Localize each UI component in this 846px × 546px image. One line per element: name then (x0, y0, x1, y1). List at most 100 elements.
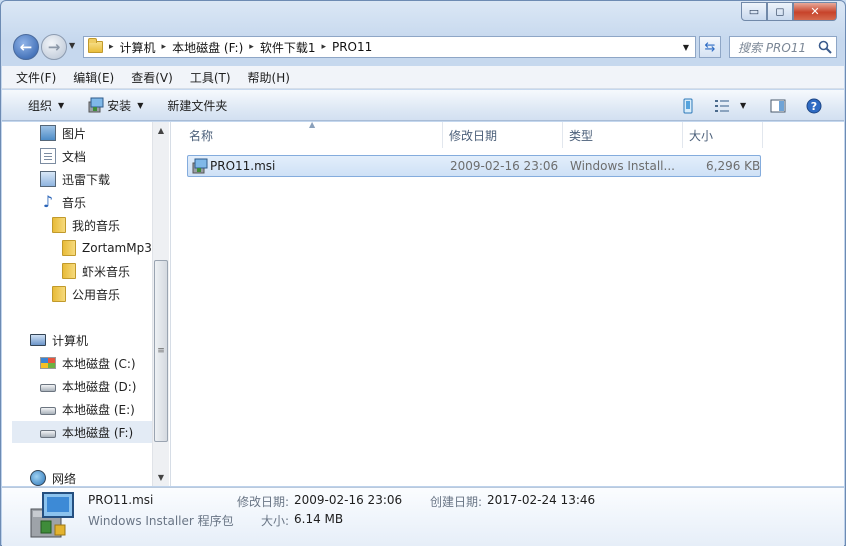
tree-item-label: 虾米音乐 (82, 264, 131, 279)
close-button[interactable]: ✕ (793, 2, 837, 21)
chevron-down-icon: ▼ (137, 100, 144, 110)
breadcrumb-separator[interactable]: ▸ (249, 42, 254, 52)
details-modified-label: 修改日期: (237, 495, 290, 509)
back-button[interactable]: ← (13, 34, 39, 60)
installer-file-icon (192, 158, 208, 174)
help-button[interactable]: ? (806, 90, 822, 121)
svg-text:?: ? (811, 100, 817, 113)
menu-tools[interactable]: 工具(T) (190, 69, 231, 86)
tree-item-documents[interactable]: 文档 (40, 145, 86, 167)
view-details-icon (715, 99, 729, 112)
details-file-type: Windows Installer 程序包 (88, 514, 234, 528)
tree-item-public-music[interactable]: 公用音乐 (52, 283, 120, 305)
device-icon (683, 98, 693, 113)
scroll-up-icon[interactable]: ▲ (153, 122, 169, 139)
breadcrumb-software-download[interactable]: 软件下载1 (260, 39, 316, 56)
computer-icon (30, 334, 46, 346)
windows-drive-icon (40, 357, 56, 369)
tree-item-drive-d[interactable]: 本地磁盘 (D:) (40, 375, 136, 397)
file-type: Windows Install... (570, 159, 675, 173)
scrollbar-thumb[interactable]: ≡ (154, 260, 168, 442)
details-size-value: 6.14 MB (294, 512, 344, 526)
menu-help[interactable]: 帮助(H) (248, 69, 290, 86)
tree-item-zortammp3[interactable]: ZortamMp3 (62, 237, 152, 259)
folder-icon (52, 217, 66, 233)
refresh-icon: ⇆ (704, 39, 716, 55)
breadcrumb-separator[interactable]: ▸ (162, 42, 167, 52)
tree-item-xiami-music[interactable]: 虾米音乐 (62, 260, 130, 282)
tree-item-label: 本地磁盘 (C:) (62, 356, 136, 371)
breadcrumb-drive-f[interactable]: 本地磁盘 (F:) (172, 39, 243, 56)
details-file-name: PRO11.msi (88, 493, 154, 507)
maximize-button[interactable]: ◻ (767, 2, 793, 21)
column-header-type[interactable]: 类型 (563, 122, 683, 148)
forward-arrow-icon: → (47, 38, 61, 56)
column-header-label: 类型 (569, 128, 594, 143)
tree-item-label: 音乐 (62, 195, 87, 210)
minimize-button[interactable]: ▭ (741, 2, 767, 21)
file-modified: 2009-02-16 23:06 (450, 159, 559, 173)
column-header-modified[interactable]: 修改日期 (443, 122, 563, 148)
column-header-label: 名称 (189, 128, 214, 143)
pictures-icon (40, 125, 56, 141)
details-size-label: 大小: (261, 514, 290, 528)
tree-item-drive-c[interactable]: 本地磁盘 (C:) (40, 352, 136, 374)
preview-device-button[interactable] (680, 90, 696, 121)
tree-item-label: 本地磁盘 (E:) (62, 402, 135, 417)
tree-item-my-music[interactable]: 我的音乐 (52, 214, 120, 236)
tree-item-label: 计算机 (52, 333, 89, 348)
tree-item-label: 网络 (52, 471, 77, 486)
command-bar: 组织 ▼ 安装 ▼ 新建文件夹 ▼ ? (2, 90, 844, 121)
column-header-name[interactable]: ▲ 名称 (171, 120, 443, 148)
tree-item-drive-e[interactable]: 本地磁盘 (E:) (40, 398, 135, 420)
scroll-down-icon[interactable]: ▼ (153, 469, 169, 486)
address-dropdown-icon[interactable]: ▼ (683, 43, 689, 52)
tree-item-computer[interactable]: 计算机 (30, 329, 88, 351)
documents-icon (40, 148, 56, 164)
tree-item-label: 我的音乐 (72, 218, 121, 233)
breadcrumb-separator[interactable]: ▸ (321, 42, 326, 52)
help-icon: ? (806, 98, 822, 113)
organize-label: 组织 (28, 98, 53, 113)
tree-item-thunder-downloads[interactable]: 迅雷下载 (40, 168, 110, 190)
column-header-label: 修改日期 (449, 128, 498, 143)
chevron-down-icon: ▼ (58, 100, 65, 110)
new-folder-button[interactable]: 新建文件夹 (167, 97, 227, 114)
breadcrumb-pro11[interactable]: PRO11 (332, 40, 372, 54)
breadcrumb-separator[interactable]: ▸ (109, 42, 114, 52)
breadcrumb-computer[interactable]: 计算机 (120, 39, 156, 56)
folder-icon (62, 263, 76, 279)
caption-buttons: ▭ ◻ ✕ (741, 2, 837, 21)
column-header-size[interactable]: 大小 (683, 122, 763, 148)
tree-item-music[interactable]: ♪ 音乐 (40, 191, 86, 213)
preview-pane-button[interactable] (770, 90, 786, 121)
address-bar[interactable]: ▸ 计算机 ▸ 本地磁盘 (F:) ▸ 软件下载1 ▸ PRO11 ▼ (83, 36, 696, 58)
forward-button[interactable]: → (41, 34, 67, 60)
refresh-button[interactable]: ⇆ (699, 36, 721, 58)
install-button[interactable]: 安装 ▼ (88, 97, 143, 114)
organize-button[interactable]: 组织 ▼ (28, 97, 64, 114)
search-input[interactable]: 搜索 PRO11 (729, 36, 837, 58)
recent-pages-dropdown[interactable]: ▼ (69, 41, 75, 50)
menu-file[interactable]: 文件(F) (16, 69, 56, 86)
search-placeholder: 搜索 PRO11 (738, 40, 807, 55)
chevron-down-icon[interactable]: ▼ (740, 101, 746, 110)
menu-edit[interactable]: 编辑(E) (73, 69, 114, 86)
menu-view[interactable]: 查看(V) (131, 69, 173, 86)
sort-ascending-icon: ▲ (309, 120, 316, 129)
installer-package-icon (30, 492, 74, 538)
installer-icon (88, 97, 104, 113)
tree-item-label: ZortamMp3 (82, 241, 152, 255)
file-row[interactable]: PRO11.msi 2009-02-16 23:06 Windows Insta… (187, 155, 761, 177)
tree-item-network[interactable]: 网络 (30, 467, 76, 486)
search-icon[interactable] (818, 40, 832, 54)
tree-item-pictures[interactable]: 图片 (40, 122, 86, 144)
column-header-label: 大小 (689, 128, 714, 143)
change-view-button[interactable]: ▼ (714, 90, 746, 121)
folder-icon (88, 38, 103, 53)
file-name[interactable]: PRO11.msi (210, 156, 275, 176)
grip-icon: ≡ (157, 346, 165, 356)
nav-pane-scrollbar[interactable]: ▲ ≡ ▼ (152, 122, 169, 486)
preview-pane-icon (770, 99, 786, 112)
tree-item-drive-f[interactable]: 本地磁盘 (F:) (12, 421, 152, 443)
